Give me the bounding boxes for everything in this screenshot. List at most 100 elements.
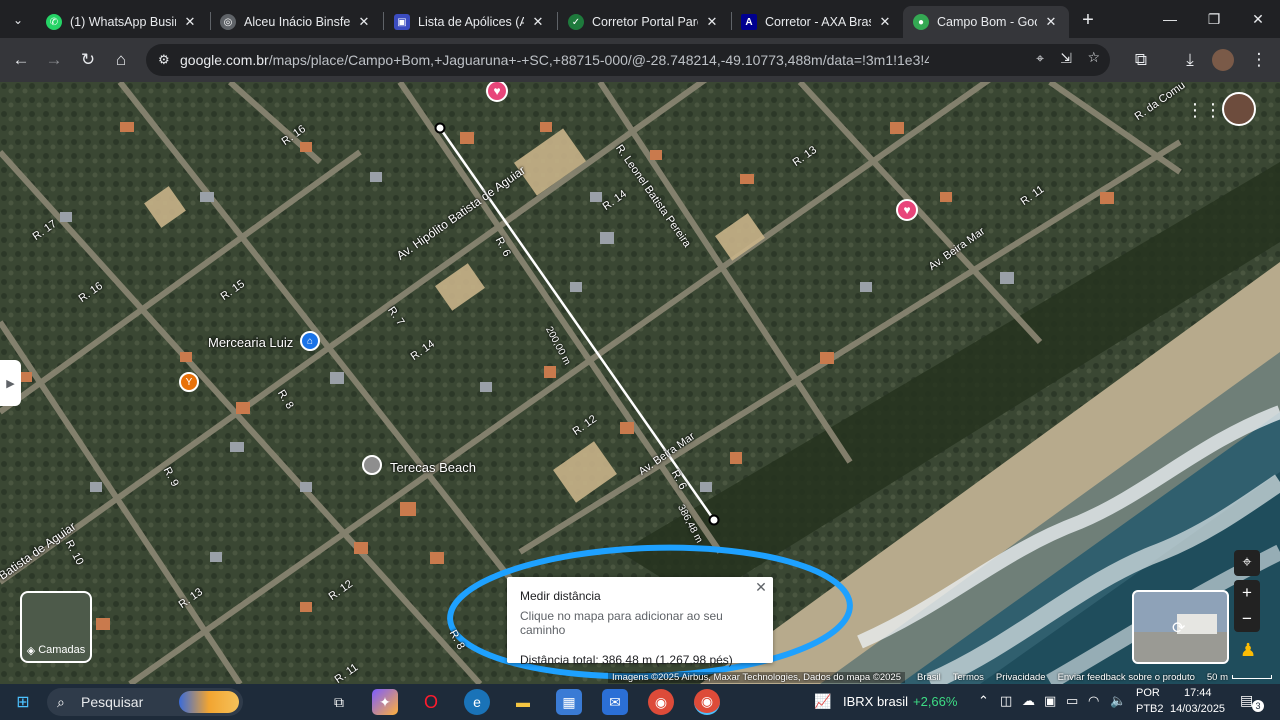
close-icon[interactable]: ✕ bbox=[356, 14, 372, 30]
my-location-button[interactable]: ⌖ bbox=[1234, 550, 1260, 576]
layers-button[interactable]: ◈ Camadas bbox=[20, 591, 92, 663]
downloads-button[interactable]: ⤓ bbox=[1177, 47, 1203, 73]
tab-axa[interactable]: A Corretor - AXA Brasil ✕ bbox=[731, 6, 903, 38]
close-icon[interactable]: ✕ bbox=[704, 14, 720, 30]
wifi-icon[interactable]: ◠ bbox=[1088, 693, 1099, 709]
chrome-active-icon[interactable]: ◉ bbox=[694, 689, 720, 715]
tab-title: Campo Bom - Googl bbox=[937, 15, 1037, 29]
keyboard-layout[interactable]: PTB2 bbox=[1136, 703, 1164, 715]
stock-name[interactable]: IBRX brasil bbox=[843, 694, 908, 709]
outlook-icon[interactable]: ✉ bbox=[602, 689, 628, 715]
extensions-button[interactable]: ⧉ bbox=[1128, 47, 1154, 73]
tab-whatsapp[interactable]: ✆ (1) WhatsApp Busine ✕ bbox=[36, 6, 208, 38]
close-icon[interactable]: ✕ bbox=[182, 14, 198, 30]
tab-campo-bom-maps[interactable]: ● Campo Bom - Googl ✕ bbox=[903, 6, 1069, 38]
search-icon: ⌕ bbox=[57, 694, 65, 710]
windows-start-icon[interactable]: ⊞ bbox=[10, 689, 36, 715]
globe-icon: ◎ bbox=[220, 14, 236, 30]
language-indicator[interactable]: POR bbox=[1136, 687, 1160, 699]
clock-time[interactable]: 17:44 bbox=[1184, 687, 1212, 699]
chrome-icon[interactable]: ◉ bbox=[648, 689, 674, 715]
shop-marker-icon[interactable]: ⌂ bbox=[300, 331, 320, 351]
volume-icon[interactable]: 🔈 bbox=[1110, 693, 1126, 709]
tab-lista-apolices[interactable]: ▣ Lista de Apólices (AZ ✕ bbox=[384, 6, 556, 38]
zoom-out-button[interactable]: − bbox=[1234, 606, 1260, 632]
minimize-icon: — bbox=[1163, 11, 1177, 27]
install-app-icon[interactable]: ⇲ bbox=[1060, 50, 1072, 67]
place-marker-icon[interactable] bbox=[362, 455, 382, 475]
whatsapp-icon: ✆ bbox=[46, 14, 62, 30]
side-panel-toggle[interactable]: ▶ bbox=[0, 360, 21, 406]
tray-settings-icon[interactable]: ▣ bbox=[1044, 693, 1056, 709]
close-icon[interactable]: ✕ bbox=[877, 14, 893, 30]
browser-toolbar: ← → ↻ ⌂ ⚙ google.com.br/maps/place/Campo… bbox=[0, 38, 1280, 82]
tab-corretor-portal[interactable]: ✓ Corretor Portal Parce ✕ bbox=[558, 6, 730, 38]
window-close-button[interactable]: ✕ bbox=[1236, 6, 1280, 32]
profile-avatar[interactable] bbox=[1212, 49, 1234, 71]
tab-alceu[interactable]: ◎ Alceu Inácio Binsfeld ✕ bbox=[210, 6, 382, 38]
close-icon: ✕ bbox=[1252, 10, 1264, 27]
close-icon[interactable]: ✕ bbox=[530, 14, 546, 30]
opera-icon[interactable]: O bbox=[418, 689, 444, 715]
more-vert-icon: ⋮ bbox=[1250, 50, 1268, 69]
clock-date[interactable]: 14/03/2025 bbox=[1170, 703, 1225, 715]
forward-button[interactable]: → bbox=[41, 47, 67, 73]
map-attribution-bar: Imagens ©2025 Airbus, Maxar Technologies… bbox=[0, 670, 1280, 684]
chevron-down-icon: ⌄ bbox=[12, 13, 24, 27]
bookmark-star-icon[interactable]: ☆ bbox=[1087, 49, 1100, 66]
doc-icon: ▣ bbox=[394, 14, 410, 30]
axa-icon: A bbox=[741, 14, 757, 30]
app-icon[interactable]: ▦ bbox=[556, 689, 582, 715]
stock-change: +2,66% bbox=[913, 694, 958, 709]
zoom-in-button[interactable]: + bbox=[1234, 580, 1260, 606]
copilot-icon[interactable]: ✦ bbox=[372, 689, 398, 715]
browser-menu-button[interactable]: ⋮ bbox=[1246, 47, 1272, 73]
new-tab-button[interactable]: + bbox=[1076, 8, 1100, 32]
site-info-icon[interactable]: ⚙ bbox=[158, 52, 170, 68]
tab-search-button[interactable]: ⌄ bbox=[6, 8, 30, 32]
measure-distance-card: ✕ Medir distância Clique no mapa para ad… bbox=[507, 577, 773, 667]
minimize-button[interactable]: — bbox=[1148, 6, 1192, 32]
street-view-preview[interactable]: ⟳ bbox=[1132, 590, 1229, 664]
browser-tab-strip: ⌄ ✆ (1) WhatsApp Busine ✕ ◎ Alceu Inácio… bbox=[0, 0, 1280, 38]
measure-card-title: Medir distância bbox=[520, 589, 601, 603]
search-highlight-image bbox=[179, 691, 239, 713]
close-icon[interactable]: ✕ bbox=[1043, 14, 1059, 30]
layers-label: Camadas bbox=[38, 644, 86, 656]
tab-title: (1) WhatsApp Busine bbox=[70, 15, 176, 29]
google-apps-icon[interactable]: ⋮⋮ bbox=[1186, 100, 1222, 121]
heart-marker-icon[interactable]: ♥ bbox=[896, 199, 918, 221]
close-icon[interactable]: ✕ bbox=[753, 579, 769, 595]
terms-link[interactable]: Termos bbox=[953, 672, 984, 683]
country-link[interactable]: Brasil bbox=[917, 672, 941, 683]
pegman-icon[interactable]: ♟ bbox=[1240, 640, 1256, 661]
account-avatar[interactable] bbox=[1222, 92, 1256, 126]
place-label-terecas-beach[interactable]: Terecas Beach bbox=[390, 460, 476, 475]
cloud-icon[interactable]: ☁ bbox=[1022, 693, 1035, 709]
taskbar-search[interactable]: ⌕ Pesquisar bbox=[47, 688, 243, 716]
feedback-link[interactable]: Enviar feedback sobre o produto bbox=[1058, 672, 1195, 683]
home-button[interactable]: ⌂ bbox=[108, 47, 134, 73]
edge-icon[interactable]: e bbox=[464, 689, 490, 715]
location-icon[interactable]: ⌖ bbox=[1036, 50, 1044, 67]
download-icon: ⤓ bbox=[1186, 50, 1194, 69]
scale-bar[interactable]: 50 m bbox=[1207, 672, 1272, 683]
satellite-map[interactable]: R. 16 R. 17 R. 15 R. 16 Av. Hipólito Bat… bbox=[0, 82, 1280, 684]
battery-icon[interactable]: ▭ bbox=[1066, 693, 1078, 709]
drink-marker-icon[interactable]: Y bbox=[179, 372, 199, 392]
back-button[interactable]: ← bbox=[8, 47, 34, 73]
chevron-up-icon[interactable]: ⌃ bbox=[978, 693, 989, 709]
task-view-icon[interactable]: ⧉ bbox=[326, 689, 352, 715]
imagery-credit: Imagens ©2025 Airbus, Maxar Technologies… bbox=[608, 671, 905, 683]
privacy-link[interactable]: Privacidade bbox=[996, 672, 1046, 683]
arrow-right-icon: → bbox=[45, 50, 63, 69]
windows-taskbar: ⊞ ⌕ Pesquisar ⧉ ✦ O e ▬ ▦ ✉ ◉ ◉ 📈 IBRX b… bbox=[0, 684, 1280, 720]
reload-button[interactable]: ↻ bbox=[75, 47, 101, 73]
tray-app-icon[interactable]: ◫ bbox=[1000, 693, 1012, 709]
file-explorer-icon[interactable]: ▬ bbox=[510, 689, 536, 715]
place-label-mercearia[interactable]: Mercearia Luiz bbox=[208, 335, 293, 350]
restore-button[interactable]: ❐ bbox=[1192, 6, 1236, 32]
notification-badge: 3 bbox=[1252, 700, 1264, 712]
rotate-360-icon: ⟳ bbox=[1172, 620, 1186, 637]
address-bar[interactable]: ⚙ google.com.br/maps/place/Campo+Bom,+Ja… bbox=[146, 44, 1110, 76]
